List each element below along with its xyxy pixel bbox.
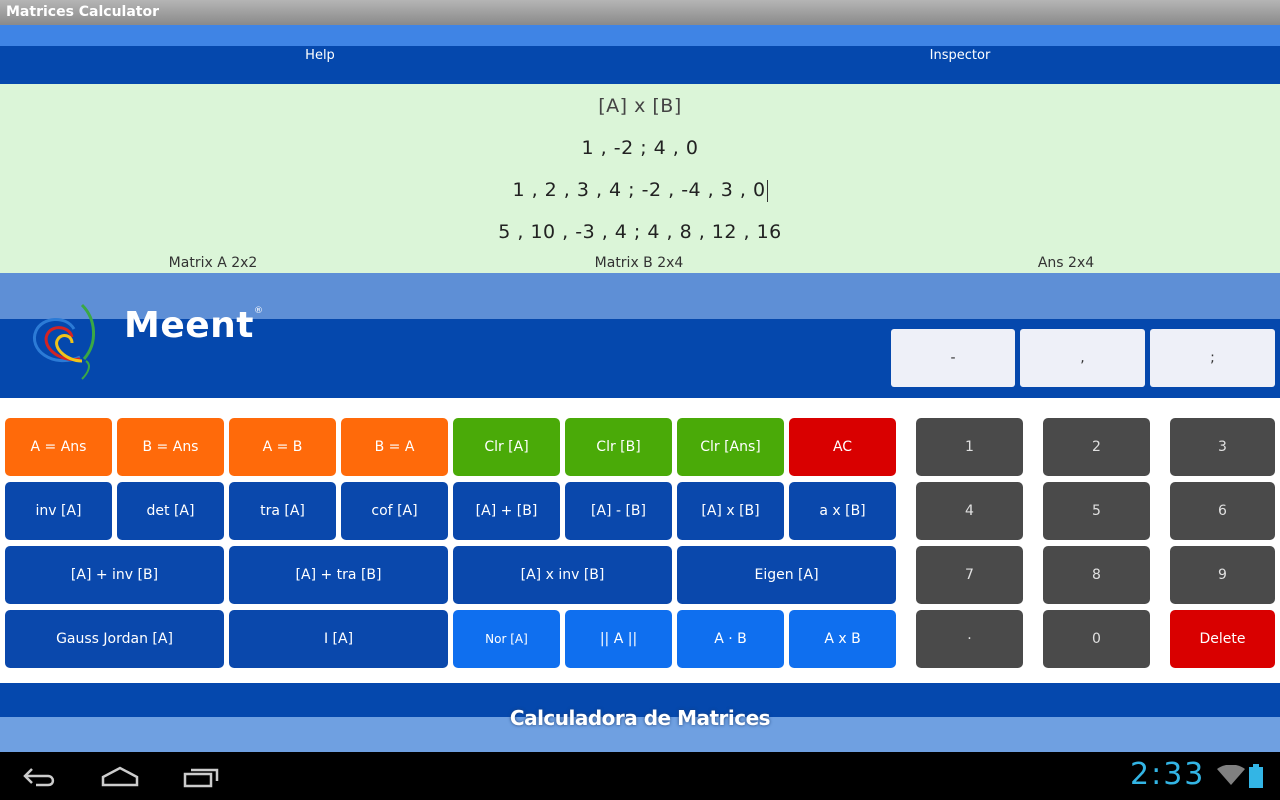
app-title-bar: Matrices Calculator	[0, 0, 1280, 25]
eigen-a-button[interactable]: Eigen [A]	[677, 546, 896, 604]
transpose-a-button[interactable]: tra [A]	[229, 482, 336, 540]
matrix-b-value: 1 , 2 , 3 , 4 ; -2 , -4 , 3 , 0	[512, 179, 766, 201]
matrix-b-input[interactable]: 1 , 2 , 3 , 4 ; -2 , -4 , 3 , 0	[0, 179, 1280, 202]
answer-label: Ans 2x4	[1037, 255, 1095, 271]
gauss-jordan-a-button[interactable]: Gauss Jordan [A]	[5, 610, 224, 668]
determinant-a-button[interactable]: det [A]	[117, 482, 224, 540]
footer-title: Calculadora de Matrices	[509, 706, 771, 730]
logo-registered-mark: ®	[254, 306, 263, 316]
logo-text: Meent	[124, 305, 254, 346]
top-nav: Help Inspector	[0, 46, 1280, 84]
system-navigation-bar: 2:33	[0, 752, 1280, 800]
clear-a-button[interactable]: Clr [A]	[453, 418, 560, 476]
a-equals-ans-button[interactable]: A = Ans	[5, 418, 112, 476]
a-plus-transpose-b-button[interactable]: [A] + tra [B]	[229, 546, 448, 604]
norm-a-button[interactable]: Nor [A]	[453, 610, 560, 668]
clear-b-button[interactable]: Clr [B]	[565, 418, 672, 476]
key-4[interactable]: 4	[916, 482, 1023, 540]
key-decimal[interactable]: ·	[916, 610, 1023, 668]
semicolon-button[interactable]: ;	[1150, 329, 1275, 387]
key-2[interactable]: 2	[1043, 418, 1150, 476]
key-3[interactable]: 3	[1170, 418, 1275, 476]
a-plus-b-button[interactable]: [A] + [B]	[453, 482, 560, 540]
key-6[interactable]: 6	[1170, 482, 1275, 540]
home-icon[interactable]	[100, 766, 140, 788]
scalar-times-b-button[interactable]: a x [B]	[789, 482, 896, 540]
battery-icon	[1249, 764, 1263, 788]
inverse-a-button[interactable]: inv [A]	[5, 482, 112, 540]
meent-swirl-icon	[33, 303, 96, 380]
matrix-b-label: Matrix B 2x4	[594, 255, 684, 271]
matrix-display: [A] x [B] 1 , -2 ; 4 , 0 1 , 2 , 3 , 4 ;…	[0, 84, 1280, 273]
identity-a-button[interactable]: I [A]	[229, 610, 448, 668]
cofactor-a-button[interactable]: cof [A]	[341, 482, 448, 540]
matrix-a-input[interactable]: 1 , -2 ; 4 , 0	[0, 137, 1280, 159]
operation-text: [A] x [B]	[598, 95, 682, 117]
tab-help[interactable]: Help	[0, 46, 640, 66]
delete-button[interactable]: Delete	[1170, 610, 1275, 668]
logo-band: Meent ® - , ;	[0, 303, 1280, 398]
app-title: Matrices Calculator	[6, 4, 160, 20]
dot-product-button[interactable]: A · B	[677, 610, 784, 668]
nav-accent-strip	[0, 25, 1280, 46]
comma-button[interactable]: ,	[1020, 329, 1145, 387]
b-equals-a-button[interactable]: B = A	[341, 418, 448, 476]
key-1[interactable]: 1	[916, 418, 1023, 476]
tab-inspector[interactable]: Inspector	[640, 46, 1280, 66]
a-times-b-button[interactable]: [A] x [B]	[677, 482, 784, 540]
minus-button[interactable]: -	[891, 329, 1015, 387]
wifi-icon	[1217, 765, 1245, 785]
key-5[interactable]: 5	[1043, 482, 1150, 540]
cross-product-button[interactable]: A x B	[789, 610, 896, 668]
text-cursor	[766, 179, 768, 202]
a-plus-inverse-b-button[interactable]: [A] + inv [B]	[5, 546, 224, 604]
key-8[interactable]: 8	[1043, 546, 1150, 604]
back-icon[interactable]	[22, 766, 58, 788]
all-clear-button[interactable]: AC	[789, 418, 896, 476]
a-equals-b-button[interactable]: A = B	[229, 418, 336, 476]
a-times-inverse-b-button[interactable]: [A] x inv [B]	[453, 546, 672, 604]
magnitude-a-button[interactable]: || A ||	[565, 610, 672, 668]
meent-logo: Meent ®	[22, 299, 263, 383]
key-9[interactable]: 9	[1170, 546, 1275, 604]
b-equals-ans-button[interactable]: B = Ans	[117, 418, 224, 476]
clock: 2:33	[1130, 757, 1206, 792]
recent-apps-icon[interactable]	[182, 766, 220, 788]
a-minus-b-button[interactable]: [A] - [B]	[565, 482, 672, 540]
answer-output: 5 , 10 , -3 , 4 ; 4 , 8 , 12 , 16	[498, 221, 782, 243]
key-7[interactable]: 7	[916, 546, 1023, 604]
matrix-a-label: Matrix A 2x2	[168, 255, 258, 271]
key-0[interactable]: 0	[1043, 610, 1150, 668]
clear-ans-button[interactable]: Clr [Ans]	[677, 418, 784, 476]
